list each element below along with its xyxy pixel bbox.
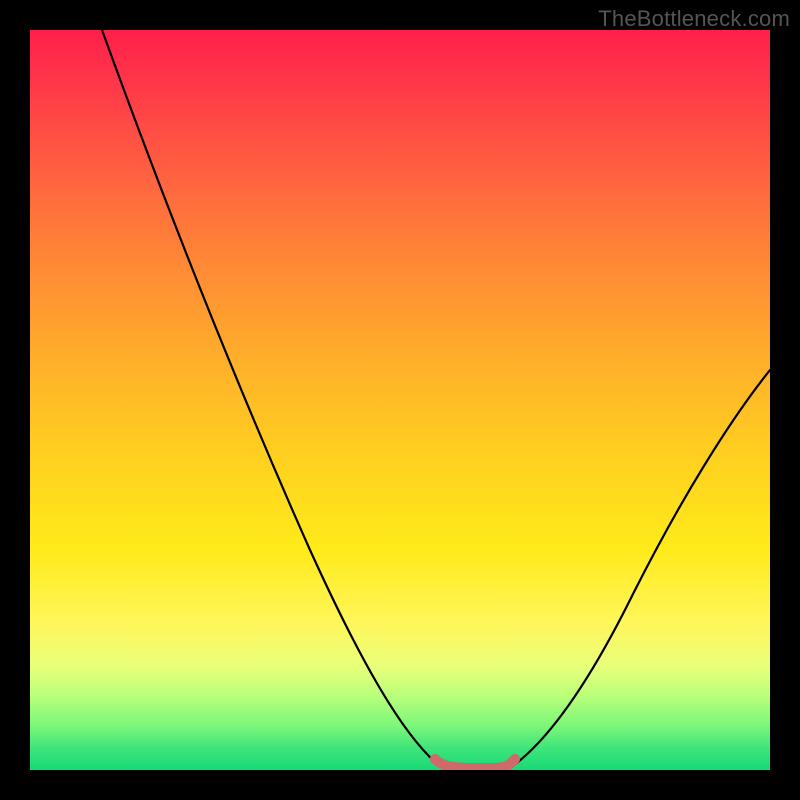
plot-area [30, 30, 770, 770]
marker-left-dot-icon [430, 754, 440, 764]
optimal-zone-marker [435, 759, 515, 768]
right-curve [510, 370, 770, 768]
chart-frame: TheBottleneck.com [0, 0, 800, 800]
left-curve [102, 30, 444, 768]
marker-right-dot-icon [510, 754, 520, 764]
watermark-label: TheBottleneck.com [598, 6, 790, 32]
curve-layer [30, 30, 770, 770]
